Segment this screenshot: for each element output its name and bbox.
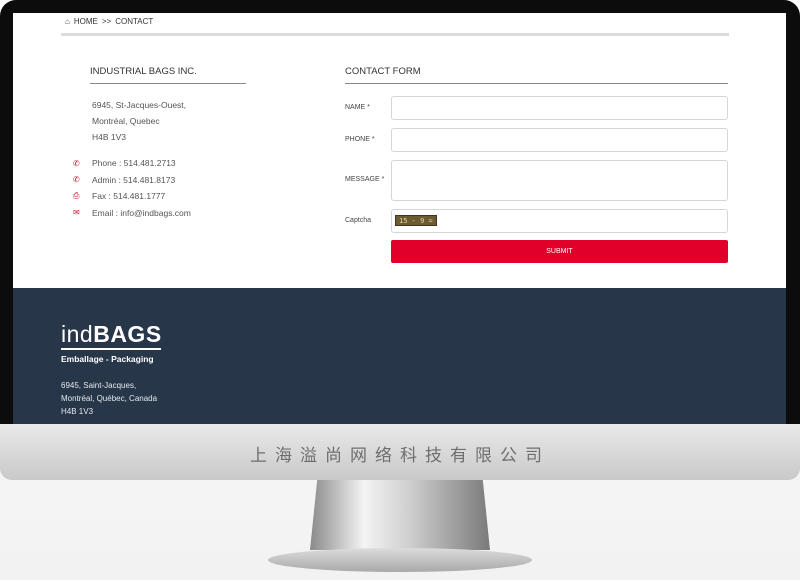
message-textarea[interactable] [391, 160, 728, 201]
form-divider [345, 83, 728, 84]
logo-text-light: ind [61, 321, 94, 347]
footer-address-line: 6945, Saint-Jacques, [61, 381, 137, 390]
company-address: 6945, St-Jacques-Ouest, Montréal, Quebec… [92, 97, 186, 145]
breadcrumb-home[interactable]: HOME [74, 17, 98, 26]
contact-email: ✉ Email : info@indbags.com [73, 205, 191, 222]
breadcrumb: ⌂ HOME >> CONTACT [65, 17, 153, 26]
monitor-chin: 上海溢尚网络科技有限公司 [0, 424, 800, 480]
home-icon[interactable]: ⌂ [65, 17, 70, 26]
message-label: MESSAGE * [345, 176, 385, 183]
submit-button[interactable]: SUBMIT [391, 240, 728, 263]
captcha-input[interactable] [391, 209, 728, 233]
contact-email-link[interactable]: Email : info@indbags.com [92, 208, 191, 218]
company-divider [90, 83, 246, 84]
breadcrumb-divider [61, 33, 729, 36]
screen: ⌂ HOME >> CONTACT INDUSTRIAL BAGS INC. 6… [13, 13, 786, 424]
monitor-stand-neck [310, 480, 490, 550]
name-label: NAME * [345, 104, 370, 111]
phone-icon: ✆ [73, 158, 80, 168]
company-name: INDUSTRIAL BAGS INC. [90, 66, 197, 77]
footer-address-line: H4B 1V3 [61, 407, 94, 416]
contact-phone: ✆ Phone : 514.481.2713 [73, 155, 191, 172]
phone-input[interactable] [391, 128, 728, 152]
phone-icon: ✆ [73, 175, 80, 185]
site-footer: indBAGS Emballage - Packaging 6945, Sain… [13, 288, 786, 424]
logo-underline [61, 348, 161, 350]
contact-phone-text: Phone : 514.481.2713 [92, 158, 176, 169]
logo-text-bold: BAGS [93, 321, 162, 347]
captcha-image: 15 - 9 = [395, 215, 437, 226]
name-input[interactable] [391, 96, 728, 120]
phone-label: PHONE * [345, 136, 375, 143]
footer-logo[interactable]: indBAGS [61, 321, 162, 348]
address-line: Montréal, Quebec [92, 116, 160, 126]
address-line: H4B 1V3 [92, 132, 127, 142]
footer-tagline: Emballage - Packaging [61, 354, 154, 364]
monitor-stand-base [268, 548, 532, 572]
address-line: 6945, St-Jacques-Ouest, [92, 100, 187, 110]
fax-icon: ⎙ [73, 191, 80, 201]
contact-fax: ⎙ Fax : 514.481.1777 [73, 188, 191, 205]
contact-list: ✆ Phone : 514.481.2713 ✆ Admin : 514.481… [73, 155, 191, 221]
contact-admin: ✆ Admin : 514.481.8173 [73, 172, 191, 189]
contact-fax-text: Fax : 514.481.1777 [92, 191, 166, 202]
captcha-label: Captcha [345, 217, 372, 224]
mail-icon: ✉ [73, 208, 80, 218]
monitor-brand-text: 上海溢尚网络科技有限公司 [250, 446, 550, 466]
contact-admin-text: Admin : 514.481.8173 [92, 174, 176, 185]
breadcrumb-separator: >> [101, 17, 112, 26]
form-title: CONTACT FORM [345, 66, 421, 77]
breadcrumb-current: CONTACT [115, 17, 154, 26]
footer-address: 6945, Saint-Jacques, Montréal, Québec, C… [61, 379, 157, 418]
footer-address-line: Montréal, Québec, Canada [61, 394, 158, 403]
monitor-frame: ⌂ HOME >> CONTACT INDUSTRIAL BAGS INC. 6… [0, 0, 800, 580]
